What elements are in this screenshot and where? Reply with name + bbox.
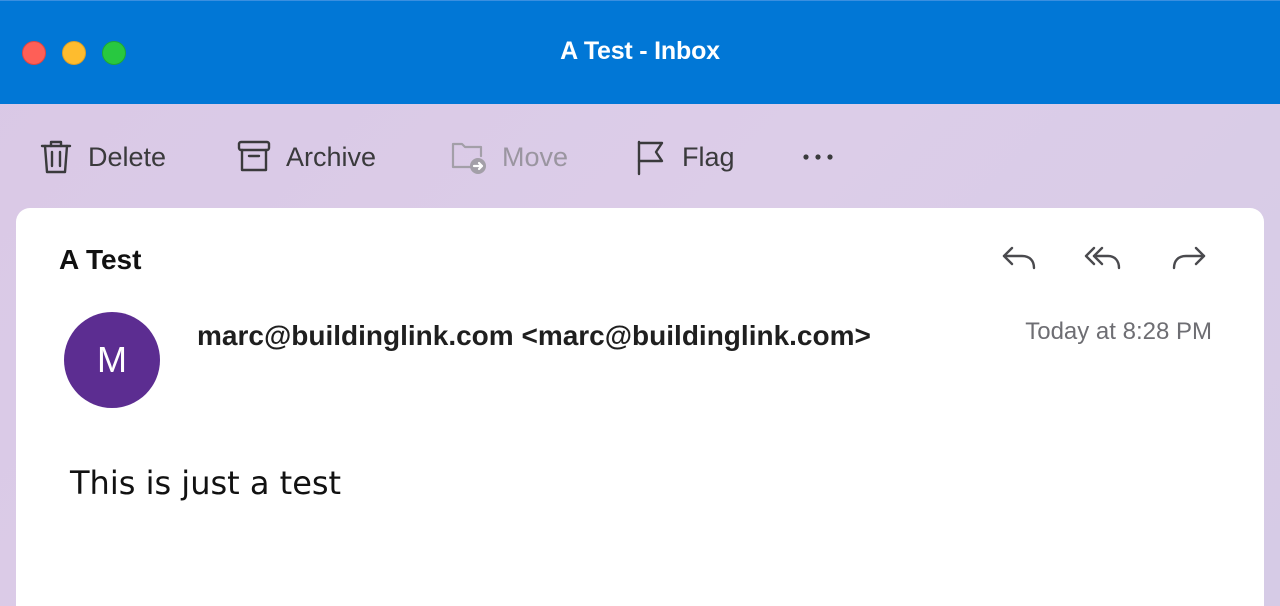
folder-move-icon [450, 138, 488, 176]
message-timestamp: Today at 8:28 PM [1025, 318, 1212, 345]
move-label: Move [502, 141, 569, 172]
move-button[interactable]: Move [450, 137, 568, 177]
flag-button[interactable]: Flag [634, 137, 735, 177]
delete-button[interactable]: Delete [38, 137, 166, 177]
message-subject: A Test [59, 244, 142, 275]
reply-icon[interactable] [1000, 242, 1040, 278]
more-actions-button[interactable] [800, 137, 836, 177]
sender-address[interactable]: marc@buildinglink.com <marc@buildinglink… [197, 320, 871, 352]
archive-button[interactable]: Archive [236, 137, 376, 177]
avatar-initial: M [97, 339, 127, 380]
flag-icon [634, 138, 668, 176]
flag-label: Flag [682, 141, 735, 172]
toolbar: Delete Archive Move Flag [0, 104, 1280, 208]
sender-avatar: M [64, 312, 160, 408]
forward-icon[interactable] [1168, 242, 1208, 278]
window-title: A Test - Inbox [560, 37, 720, 65]
archive-box-icon [236, 138, 272, 176]
reply-all-icon[interactable] [1084, 242, 1124, 278]
ellipsis-icon [800, 138, 836, 176]
archive-label: Archive [286, 141, 377, 172]
delete-label: Delete [88, 141, 167, 172]
message-reading-pane: A Test M marc@buildinglink.com <marc@bui… [16, 208, 1264, 606]
trash-icon [38, 138, 74, 176]
message-body: This is just a test [70, 464, 342, 502]
title-bar: A Test - Inbox [0, 0, 1280, 104]
